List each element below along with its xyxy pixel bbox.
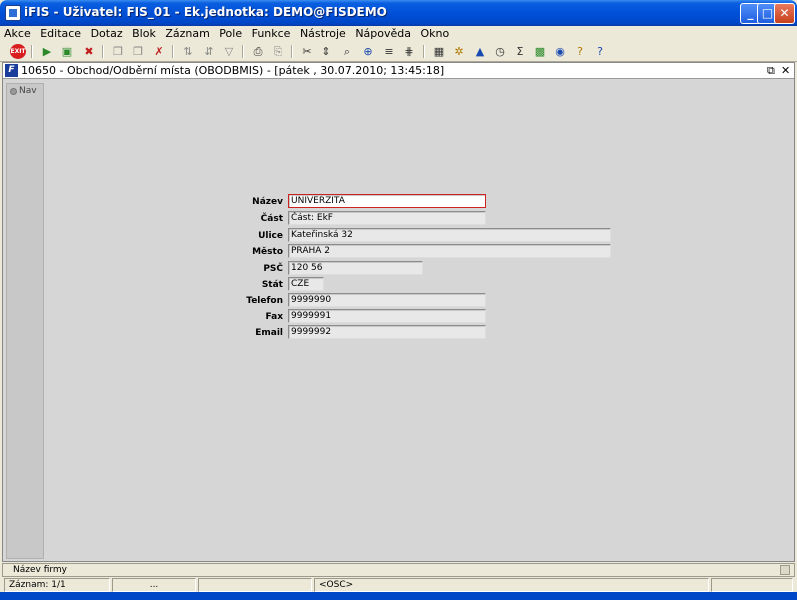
menu-napoveda[interactable]: Nápověda [352,26,414,41]
ulice-field[interactable]: Kateřinská 32 [288,228,611,242]
menu-blok[interactable]: Blok [129,26,159,41]
toolbar: EXIT ▶ ▣ ✖ ❐ ❐ ✗ ⇅ ⇵ ▽ ⎙ ⎘ ✂ ⇕ ⌕ ⊕ ≡ ⋕ ▦… [0,41,797,62]
menu-zaznam[interactable]: Záznam [162,26,212,41]
form-window-titlebar[interactable]: F 10650 - Obchod/Odběrní místa (OBODBMIS… [3,63,794,79]
stat-label: Stát [261,280,283,290]
form-icon: F [5,64,18,77]
hint-bar: Název firmy [2,563,795,577]
menu-pole[interactable]: Pole [216,26,245,41]
resize-grip-icon[interactable] [780,565,790,575]
mesto-field[interactable]: PRAHA 2 [288,244,611,258]
fax-field[interactable]: 9999991 [288,309,486,323]
menu-nastroje[interactable]: Nástroje [297,26,349,41]
insert-record-icon[interactable]: ▶ [39,44,55,59]
menu-funkce[interactable]: Funkce [249,26,294,41]
duplicate-record-icon[interactable]: ❐ [130,44,146,59]
menu-dotaz[interactable]: Dotaz [88,26,126,41]
calculator-icon[interactable]: ▦ [431,44,447,59]
nazev-field[interactable]: UNIVERZITA [288,194,486,208]
search-icon[interactable]: ⊕ [360,44,376,59]
form-window-title: 10650 - Obchod/Odběrní místa (OBODBMIS) … [21,64,445,77]
filter-icon[interactable]: ▽ [221,44,237,59]
clear-record-icon[interactable]: ✗ [151,44,167,59]
toolbar-separator [102,45,104,58]
paste-icon[interactable]: ⇕ [318,44,334,59]
psc-label: PSČ [263,264,283,274]
excel-icon[interactable]: ▩ [532,44,548,59]
status-cell-empty [198,578,312,592]
telefon-label: Telefon [246,296,283,306]
nav-label: Nav [19,86,37,96]
toolbar-separator [172,45,174,58]
delete-record-icon[interactable]: ✖ [81,44,97,59]
cast-label: Část [260,214,283,224]
settings-icon[interactable]: ✲ [451,44,467,59]
copy-record-icon[interactable]: ❐ [110,44,126,59]
exit-icon[interactable]: EXIT [10,44,26,59]
form-window: F 10650 - Obchod/Odběrní místa (OBODBMIS… [2,62,795,562]
email-field[interactable]: 9999992 [288,325,486,339]
toolbar-separator [242,45,244,58]
nav-icon [10,88,17,95]
close-button[interactable]: ✕ [774,3,795,24]
nazev-label: Název [252,197,283,207]
status-dots: ... [112,578,196,592]
window-bottom-border [0,592,797,600]
export-icon[interactable]: ⎘ [270,44,286,59]
psc-field[interactable]: 120 56 [288,261,423,275]
toolbar-separator [423,45,425,58]
sort-descending-icon[interactable]: ⇵ [201,44,217,59]
app-icon [5,5,21,21]
status-bar: Záznam: 1/1 ... <OSC> [2,578,795,592]
list-icon[interactable]: ≡ [381,44,397,59]
find-icon[interactable]: ⌕ [339,44,355,59]
status-cell-end [711,578,793,592]
toolbar-separator [31,45,33,58]
field-hint: Název firmy [13,565,67,575]
save-record-icon[interactable]: ▣ [59,44,75,59]
ulice-label: Ulice [258,231,283,241]
title-bar[interactable]: iFIS - Uživatel: FIS_01 - Ek.jednotka: D… [0,0,797,26]
clock-icon[interactable]: ◷ [492,44,508,59]
mesto-label: Město [252,247,283,257]
sort-ascending-icon[interactable]: ⇅ [180,44,196,59]
telefon-field[interactable]: 9999990 [288,293,486,307]
print-icon[interactable]: ⎙ [250,44,266,59]
restore-icon[interactable]: ⧉ [767,63,775,79]
menu-bar: Akce Editace Dotaz Blok Záznam Pole Funk… [0,26,797,41]
context-help-icon[interactable]: ? [592,44,608,59]
columns-icon[interactable]: ⋕ [401,44,417,59]
form-close-icon[interactable]: ✕ [781,63,790,79]
window-title: iFIS - Uživatel: FIS_01 - Ek.jednotka: D… [24,5,387,19]
cut-icon[interactable]: ✂ [299,44,315,59]
stat-field[interactable]: CZE [288,277,324,291]
chart-icon[interactable]: ▲ [472,44,488,59]
menu-okno[interactable]: Okno [418,26,453,41]
cast-field[interactable]: Část: EkF [288,211,486,225]
menu-akce[interactable]: Akce [0,26,34,41]
sum-icon[interactable]: Σ [512,44,528,59]
fax-label: Fax [265,312,284,322]
toolbar-separator [291,45,293,58]
browser-icon[interactable]: ◉ [552,44,568,59]
menu-editace[interactable]: Editace [37,26,84,41]
record-counter: Záznam: 1/1 [4,578,110,592]
nav-panel[interactable]: Nav [6,83,44,559]
mode-indicator: <OSC> [314,578,709,592]
help-question-icon[interactable]: ? [572,44,588,59]
email-label: Email [255,328,283,338]
